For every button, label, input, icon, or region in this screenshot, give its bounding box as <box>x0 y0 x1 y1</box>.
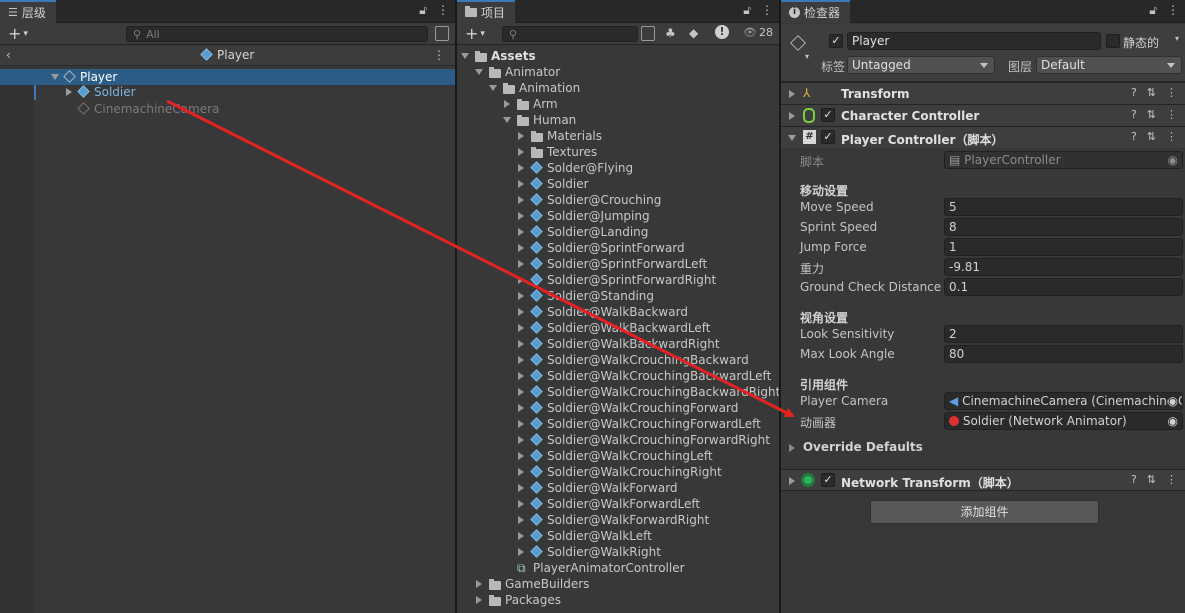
annotation-arrow <box>166 99 795 418</box>
